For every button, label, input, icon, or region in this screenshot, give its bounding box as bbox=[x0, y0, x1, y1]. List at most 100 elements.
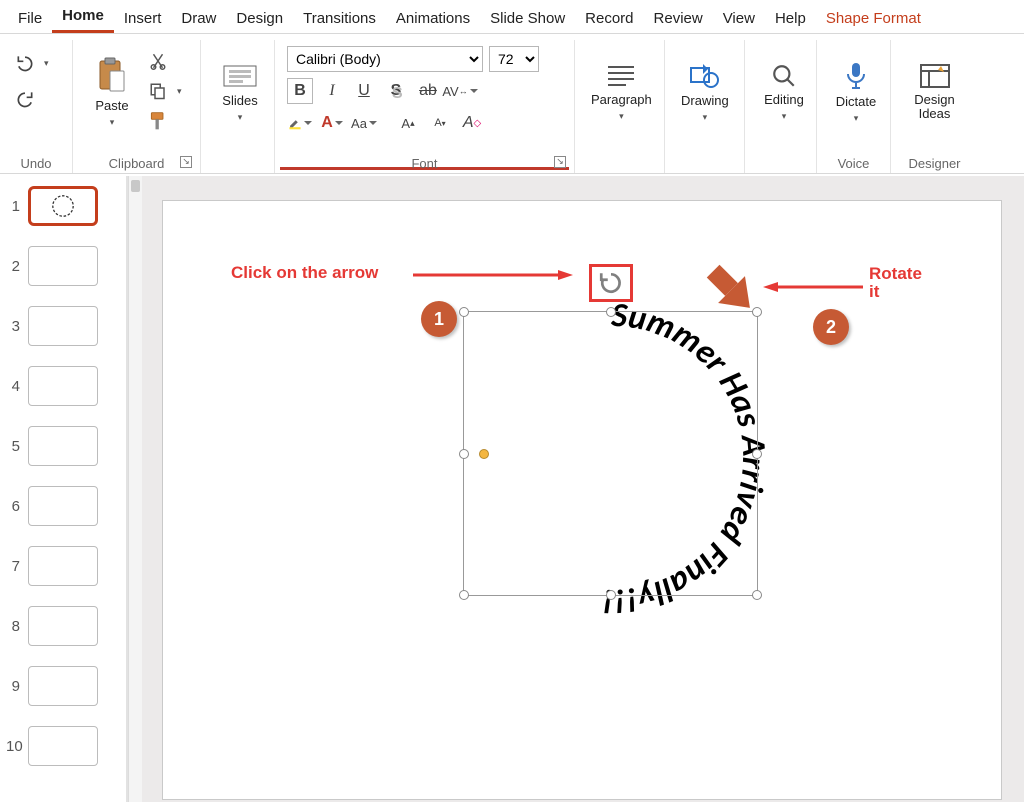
drawing-button[interactable]: Drawing ▾ bbox=[677, 44, 733, 140]
tab-animations[interactable]: Animations bbox=[386, 3, 480, 33]
slide-thumb-10[interactable]: 10 bbox=[6, 726, 120, 766]
clear-formatting-button[interactable]: A◇ bbox=[459, 110, 485, 136]
dictate-button[interactable]: Dictate ▾ bbox=[829, 44, 883, 140]
tab-file[interactable]: File bbox=[8, 3, 52, 33]
slide-thumb-preview[interactable] bbox=[28, 726, 98, 766]
paragraph-button[interactable]: Paragraph ▾ bbox=[587, 44, 656, 140]
font-color-button[interactable]: A bbox=[319, 110, 345, 136]
shape-selection-box[interactable] bbox=[463, 311, 758, 596]
decrease-font-button[interactable]: A▾ bbox=[427, 110, 453, 136]
undo-button[interactable] bbox=[12, 50, 38, 76]
slide-thumb-6[interactable]: 6 bbox=[6, 486, 120, 526]
tab-shape-format[interactable]: Shape Format bbox=[816, 3, 931, 33]
slide-thumbnail-panel: 1 2 3 4 5 6 7 8 9 10 bbox=[0, 176, 128, 802]
resize-handle-se[interactable] bbox=[752, 590, 762, 600]
slide-thumb-9[interactable]: 9 bbox=[6, 666, 120, 706]
text-shadow-button[interactable]: SS bbox=[383, 78, 409, 104]
slide-thumb-5[interactable]: 5 bbox=[6, 426, 120, 466]
drawing-icon bbox=[689, 62, 721, 90]
adjustment-handle[interactable] bbox=[479, 449, 489, 459]
tab-help[interactable]: Help bbox=[765, 3, 816, 33]
slide-thumb-number: 4 bbox=[6, 378, 20, 395]
rotation-handle[interactable] bbox=[589, 264, 633, 302]
resize-handle-e[interactable] bbox=[752, 449, 762, 459]
redo-button[interactable] bbox=[12, 86, 38, 112]
increase-font-button[interactable]: A▴ bbox=[395, 110, 421, 136]
annotation-text-2: Rotateit bbox=[869, 265, 922, 301]
slide-thumb-preview[interactable] bbox=[28, 666, 98, 706]
design-ideas-icon bbox=[919, 63, 951, 89]
tab-draw[interactable]: Draw bbox=[171, 3, 226, 33]
slide-thumb-preview[interactable] bbox=[28, 366, 98, 406]
tab-review[interactable]: Review bbox=[644, 3, 713, 33]
undo-dropdown[interactable]: ▾ bbox=[44, 58, 49, 69]
bold-button[interactable]: B bbox=[287, 78, 313, 104]
paragraph-label: Paragraph bbox=[591, 93, 652, 107]
font-name-select[interactable]: Calibri (Body) bbox=[287, 46, 483, 72]
paste-button[interactable]: Paste ▾ bbox=[85, 44, 139, 140]
tab-home[interactable]: Home bbox=[52, 0, 114, 33]
group-label-undo: Undo bbox=[0, 156, 72, 171]
font-size-select[interactable]: 72 bbox=[489, 46, 539, 72]
slide-thumb-preview[interactable] bbox=[28, 246, 98, 286]
slide-thumb-preview[interactable] bbox=[28, 486, 98, 526]
tab-insert[interactable]: Insert bbox=[114, 3, 172, 33]
ribbon: ▾ Undo Paste ▾ bbox=[0, 34, 1024, 174]
editing-button[interactable]: Editing ▾ bbox=[757, 44, 811, 140]
slide-thumb-1[interactable]: 1 bbox=[6, 186, 120, 226]
underline-button[interactable]: U bbox=[351, 78, 377, 104]
design-ideas-button[interactable]: DesignIdeas bbox=[908, 44, 962, 140]
slide-thumb-3[interactable]: 3 bbox=[6, 306, 120, 346]
slide-thumb-2[interactable]: 2 bbox=[6, 246, 120, 286]
tab-view[interactable]: View bbox=[713, 3, 765, 33]
group-label-font: Font bbox=[275, 156, 574, 171]
slides-button[interactable]: Slides ▾ bbox=[213, 44, 267, 140]
resize-handle-s[interactable] bbox=[606, 590, 616, 600]
paste-icon bbox=[96, 57, 128, 95]
design-ideas-label-2: Ideas bbox=[919, 106, 951, 121]
group-label-voice: Voice bbox=[817, 156, 890, 171]
slide-thumb-8[interactable]: 8 bbox=[6, 606, 120, 646]
group-drawing: Drawing ▾ bbox=[664, 40, 744, 173]
strikethrough-button[interactable]: ab bbox=[415, 78, 441, 104]
tab-transitions[interactable]: Transitions bbox=[293, 3, 386, 33]
slides-icon bbox=[223, 62, 257, 90]
slide-thumb-number: 9 bbox=[6, 678, 20, 695]
char-spacing-button[interactable]: AV↔ bbox=[447, 78, 473, 104]
copy-button[interactable] bbox=[145, 78, 171, 104]
group-designer: DesignIdeas Designer bbox=[890, 40, 978, 173]
group-editing: Editing ▾ bbox=[744, 40, 816, 173]
resize-handle-n[interactable] bbox=[606, 307, 616, 317]
slide-thumb-preview[interactable] bbox=[28, 186, 98, 226]
ribbon-tabstrip: File Home Insert Draw Design Transitions… bbox=[0, 0, 1024, 34]
group-clipboard: Paste ▾ ▾ Clipboard ↘ bbox=[72, 40, 200, 173]
thumbnail-scrollbar[interactable] bbox=[128, 176, 142, 802]
slide-thumb-number: 3 bbox=[6, 318, 20, 335]
copy-dropdown[interactable]: ▾ bbox=[177, 86, 182, 97]
slide-thumb-preview[interactable] bbox=[28, 606, 98, 646]
slide-thumb-7[interactable]: 7 bbox=[6, 546, 120, 586]
resize-handle-nw[interactable] bbox=[459, 307, 469, 317]
microphone-icon bbox=[844, 61, 868, 91]
clipboard-dialog-launcher[interactable]: ↘ bbox=[180, 156, 192, 168]
resize-handle-sw[interactable] bbox=[459, 590, 469, 600]
change-case-button[interactable]: Aa bbox=[351, 110, 377, 136]
group-label-designer: Designer bbox=[891, 156, 978, 171]
cut-button[interactable] bbox=[145, 48, 171, 74]
slide-thumb-preview[interactable] bbox=[28, 306, 98, 346]
tab-record[interactable]: Record bbox=[575, 3, 643, 33]
group-undo: ▾ Undo bbox=[0, 40, 72, 173]
font-dialog-launcher[interactable]: ↘ bbox=[554, 156, 566, 168]
highlight-color-button[interactable] bbox=[287, 110, 313, 136]
italic-button[interactable]: I bbox=[319, 78, 345, 104]
tab-slideshow[interactable]: Slide Show bbox=[480, 3, 575, 33]
annotation-badge-2: 2 bbox=[813, 309, 849, 345]
paste-label: Paste bbox=[95, 99, 128, 113]
resize-handle-w[interactable] bbox=[459, 449, 469, 459]
slide[interactable]: Summer Has Arrived Finally!!! Click on bbox=[162, 200, 1002, 800]
tab-design[interactable]: Design bbox=[226, 3, 293, 33]
slide-thumb-preview[interactable] bbox=[28, 546, 98, 586]
slide-thumb-4[interactable]: 4 bbox=[6, 366, 120, 406]
slide-thumb-preview[interactable] bbox=[28, 426, 98, 466]
format-painter-button[interactable] bbox=[145, 108, 171, 134]
